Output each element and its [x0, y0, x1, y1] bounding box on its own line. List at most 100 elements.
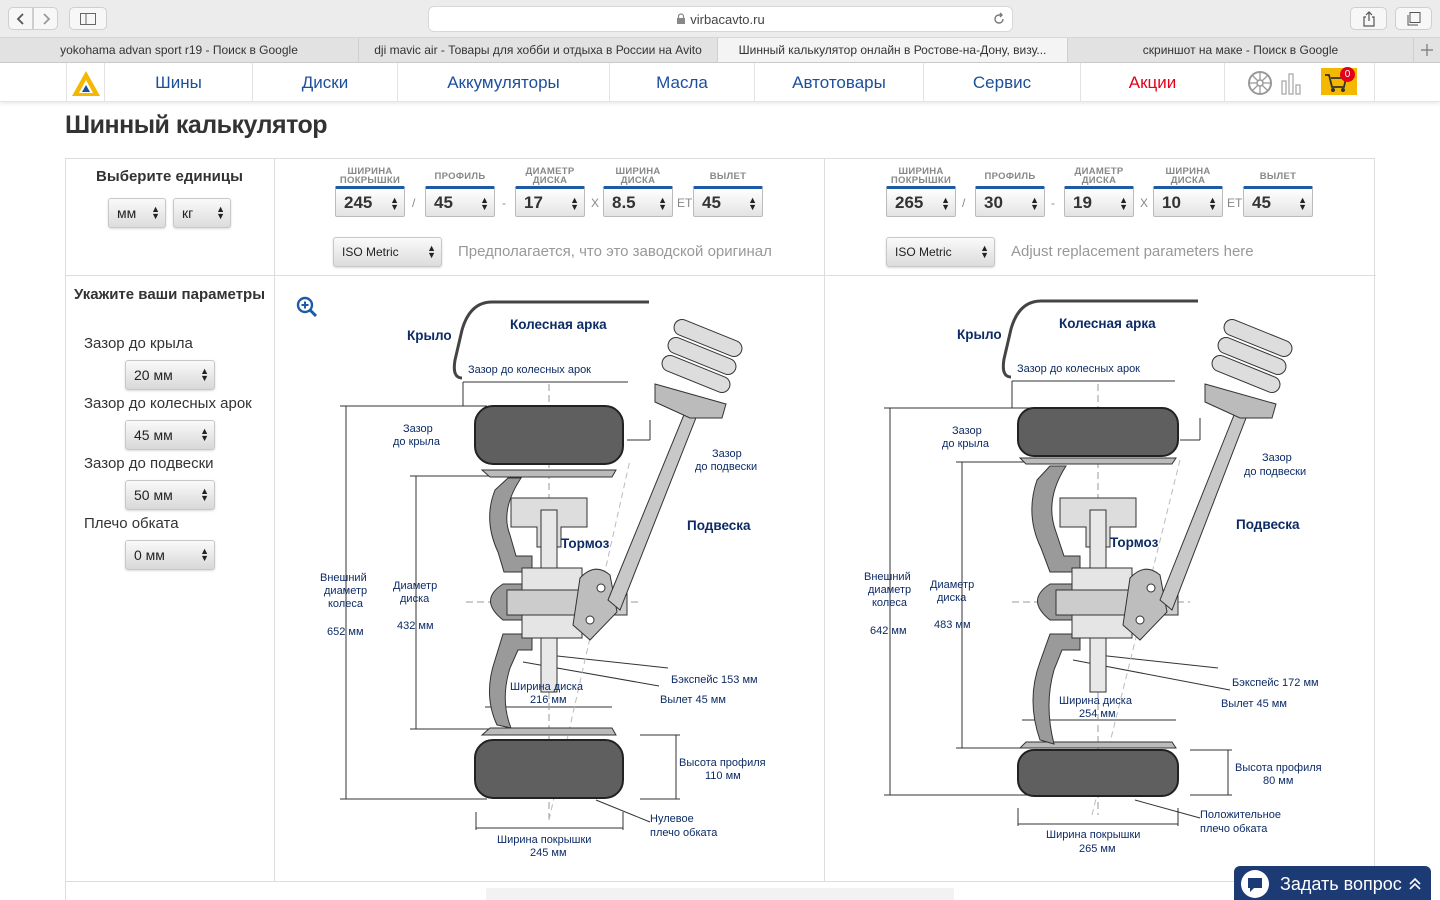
right-profile-value: 30 [984, 192, 1003, 212]
left-offset-value: 45 [702, 192, 721, 212]
left-rim-width-value: 8.5 [612, 192, 636, 212]
fender-gap-select[interactable]: 20 мм ▲ ▼ [125, 360, 215, 390]
separator: X [591, 196, 600, 210]
share-icon [1362, 10, 1375, 27]
forward-button[interactable] [33, 7, 58, 30]
updown-icon: ▲ ▼ [748, 195, 757, 212]
right-rim-width-select[interactable]: 10 ▲ ▼ [1153, 186, 1223, 217]
updown-icon: ▲ ▼ [1298, 195, 1307, 212]
suspension-gap-label: Зазор до подвески [84, 455, 214, 472]
right-rim-diameter-select[interactable]: 19 ▲ ▼ [1064, 186, 1134, 217]
cart-count-badge: 0 [1340, 67, 1355, 82]
left-standard-select[interactable]: ISO Metric ▲ ▼ [333, 237, 442, 267]
fender-gap-label: Зазор до крыла [84, 335, 193, 352]
zoom-in-icon[interactable] [296, 296, 318, 318]
caption-rim-width: ШИРИНА ДИСКА [1165, 166, 1211, 186]
right-standard-select[interactable]: ISO Metric ▲ ▼ [886, 237, 995, 267]
caption-rim-diameter: ДИАМЕТР ДИСКА [525, 166, 575, 186]
nav-item-oils[interactable]: Масла [609, 63, 754, 102]
caption-profile: ПРОФИЛЬ [434, 171, 486, 182]
separator: - [502, 196, 506, 210]
page-title: Шинный калькулятор [65, 111, 328, 139]
nav-item-batteries[interactable]: Аккумуляторы [397, 63, 609, 102]
tabs-icon [1407, 11, 1420, 25]
left-standard-value: ISO Metric [342, 245, 399, 259]
plus-icon [1421, 44, 1433, 56]
site-logo[interactable] [66, 63, 104, 102]
separator: - [1051, 196, 1055, 210]
address-bar[interactable]: virbacavto.ru [428, 6, 1013, 32]
reload-icon[interactable] [992, 12, 1006, 26]
right-offset-select[interactable]: 45 ▲ ▼ [1243, 186, 1313, 217]
left-rim-width-select[interactable]: 8.5 ▲ ▼ [603, 186, 673, 217]
browser-tab[interactable]: скриншот на маке - Поиск в Google [1068, 38, 1414, 62]
updown-icon: ▲ ▼ [200, 486, 209, 503]
bottom-preview-strip [486, 888, 954, 900]
divider [274, 159, 275, 881]
right-standard-value: ISO Metric [895, 245, 952, 259]
tabs-overview-button[interactable] [1395, 7, 1432, 30]
weight-unit-select[interactable]: кг ▲ ▼ [173, 198, 231, 228]
nav-item-tires[interactable]: Шины [104, 63, 252, 102]
caption-rim-width: ШИРИНА ДИСКА [615, 166, 661, 186]
left-hint-text: Предполагается, что это заводской оригин… [458, 243, 772, 260]
fender-gap-value: 20 мм [134, 367, 173, 383]
right-offset-value: 45 [1252, 192, 1271, 212]
updown-icon: ▲ ▼ [480, 195, 489, 212]
browser-tab[interactable]: yokohama advan sport r19 - Поиск в Googl… [0, 38, 359, 62]
compare-chart-icon[interactable] [1281, 71, 1303, 95]
scrub-radius-value: 0 мм [134, 547, 165, 563]
left-rim-diameter-value: 17 [524, 192, 543, 212]
nav-item-autogoods[interactable]: Автотовары [754, 63, 923, 102]
right-tire-width-select[interactable]: 265 ▲ ▼ [886, 186, 956, 217]
divider [66, 881, 1376, 882]
left-tire-width-value: 245 [344, 192, 373, 212]
caption-rim-diameter: ДИАМЕТР ДИСКА [1074, 166, 1124, 186]
nav-item-wheels[interactable]: Диски [252, 63, 397, 102]
right-profile-select[interactable]: 30 ▲ ▼ [975, 186, 1045, 217]
logo-icon [71, 70, 100, 96]
chevron-left-icon [16, 12, 24, 25]
right-hint-text: Adjust replacement parameters here [1011, 243, 1254, 260]
sidebar-toggle-button[interactable] [69, 7, 107, 30]
updown-icon: ▲ ▼ [658, 195, 667, 212]
length-unit-select[interactable]: мм ▲ ▼ [108, 198, 166, 228]
right-rim-width-value: 10 [1162, 192, 1181, 212]
arch-gap-value: 45 мм [134, 427, 173, 443]
nav-tools: 0 [1224, 63, 1375, 102]
chevron-right-icon [42, 12, 50, 25]
browser-tab[interactable]: dji mavic air - Товары для хобби и отдых… [359, 38, 718, 62]
sidebar-icon [80, 12, 96, 25]
ask-question-button[interactable]: Задать вопрос [1234, 866, 1431, 900]
wheel-icon[interactable] [1247, 70, 1273, 96]
scrub-radius-select[interactable]: 0 мм ▲ ▼ [125, 540, 215, 570]
nav-item-service[interactable]: Сервис [923, 63, 1080, 102]
updown-icon: ▲ ▼ [1030, 195, 1039, 212]
nav-item-promo[interactable]: Акции [1080, 63, 1224, 102]
cart-button[interactable]: 0 [1321, 67, 1357, 95]
caption-tire-width: ШИРИНА ПОКРЫШКИ [890, 166, 952, 186]
chat-label: Задать вопрос [1280, 873, 1402, 894]
left-offset-select[interactable]: 45 ▲ ▼ [693, 186, 763, 217]
back-button[interactable] [8, 7, 33, 30]
updown-icon: ▲ ▼ [427, 243, 436, 260]
left-tire-width-select[interactable]: 245 ▲ ▼ [335, 186, 405, 217]
browser-tab-active[interactable]: Шинный калькулятор онлайн в Ростове-на-Д… [718, 38, 1068, 62]
suspension-gap-select[interactable]: 50 мм ▲ ▼ [125, 480, 215, 510]
left-rim-diameter-select[interactable]: 17 ▲ ▼ [515, 186, 585, 217]
right-rim-diameter-value: 19 [1073, 192, 1092, 212]
new-tab-button[interactable] [1414, 38, 1440, 62]
share-button[interactable] [1350, 7, 1387, 30]
screen: virbacavto.ru yokohama advan sport r19 -… [0, 0, 1440, 900]
updown-icon: ▲ ▼ [200, 426, 209, 443]
right-tire-width-value: 265 [895, 192, 924, 212]
lock-icon [677, 13, 686, 24]
arch-gap-select[interactable]: 45 мм ▲ ▼ [125, 420, 215, 450]
chevron-up-icon [1409, 877, 1421, 890]
chat-bubble-icon [1241, 870, 1269, 898]
url-text: virbacavto.ru [690, 11, 765, 27]
site-nav: Шины Диски Аккумуляторы Масла Автотовары… [0, 63, 1440, 102]
left-profile-select[interactable]: 45 ▲ ▼ [425, 186, 495, 217]
browser-toolbar: virbacavto.ru [0, 0, 1440, 38]
left-profile-value: 45 [434, 192, 453, 212]
